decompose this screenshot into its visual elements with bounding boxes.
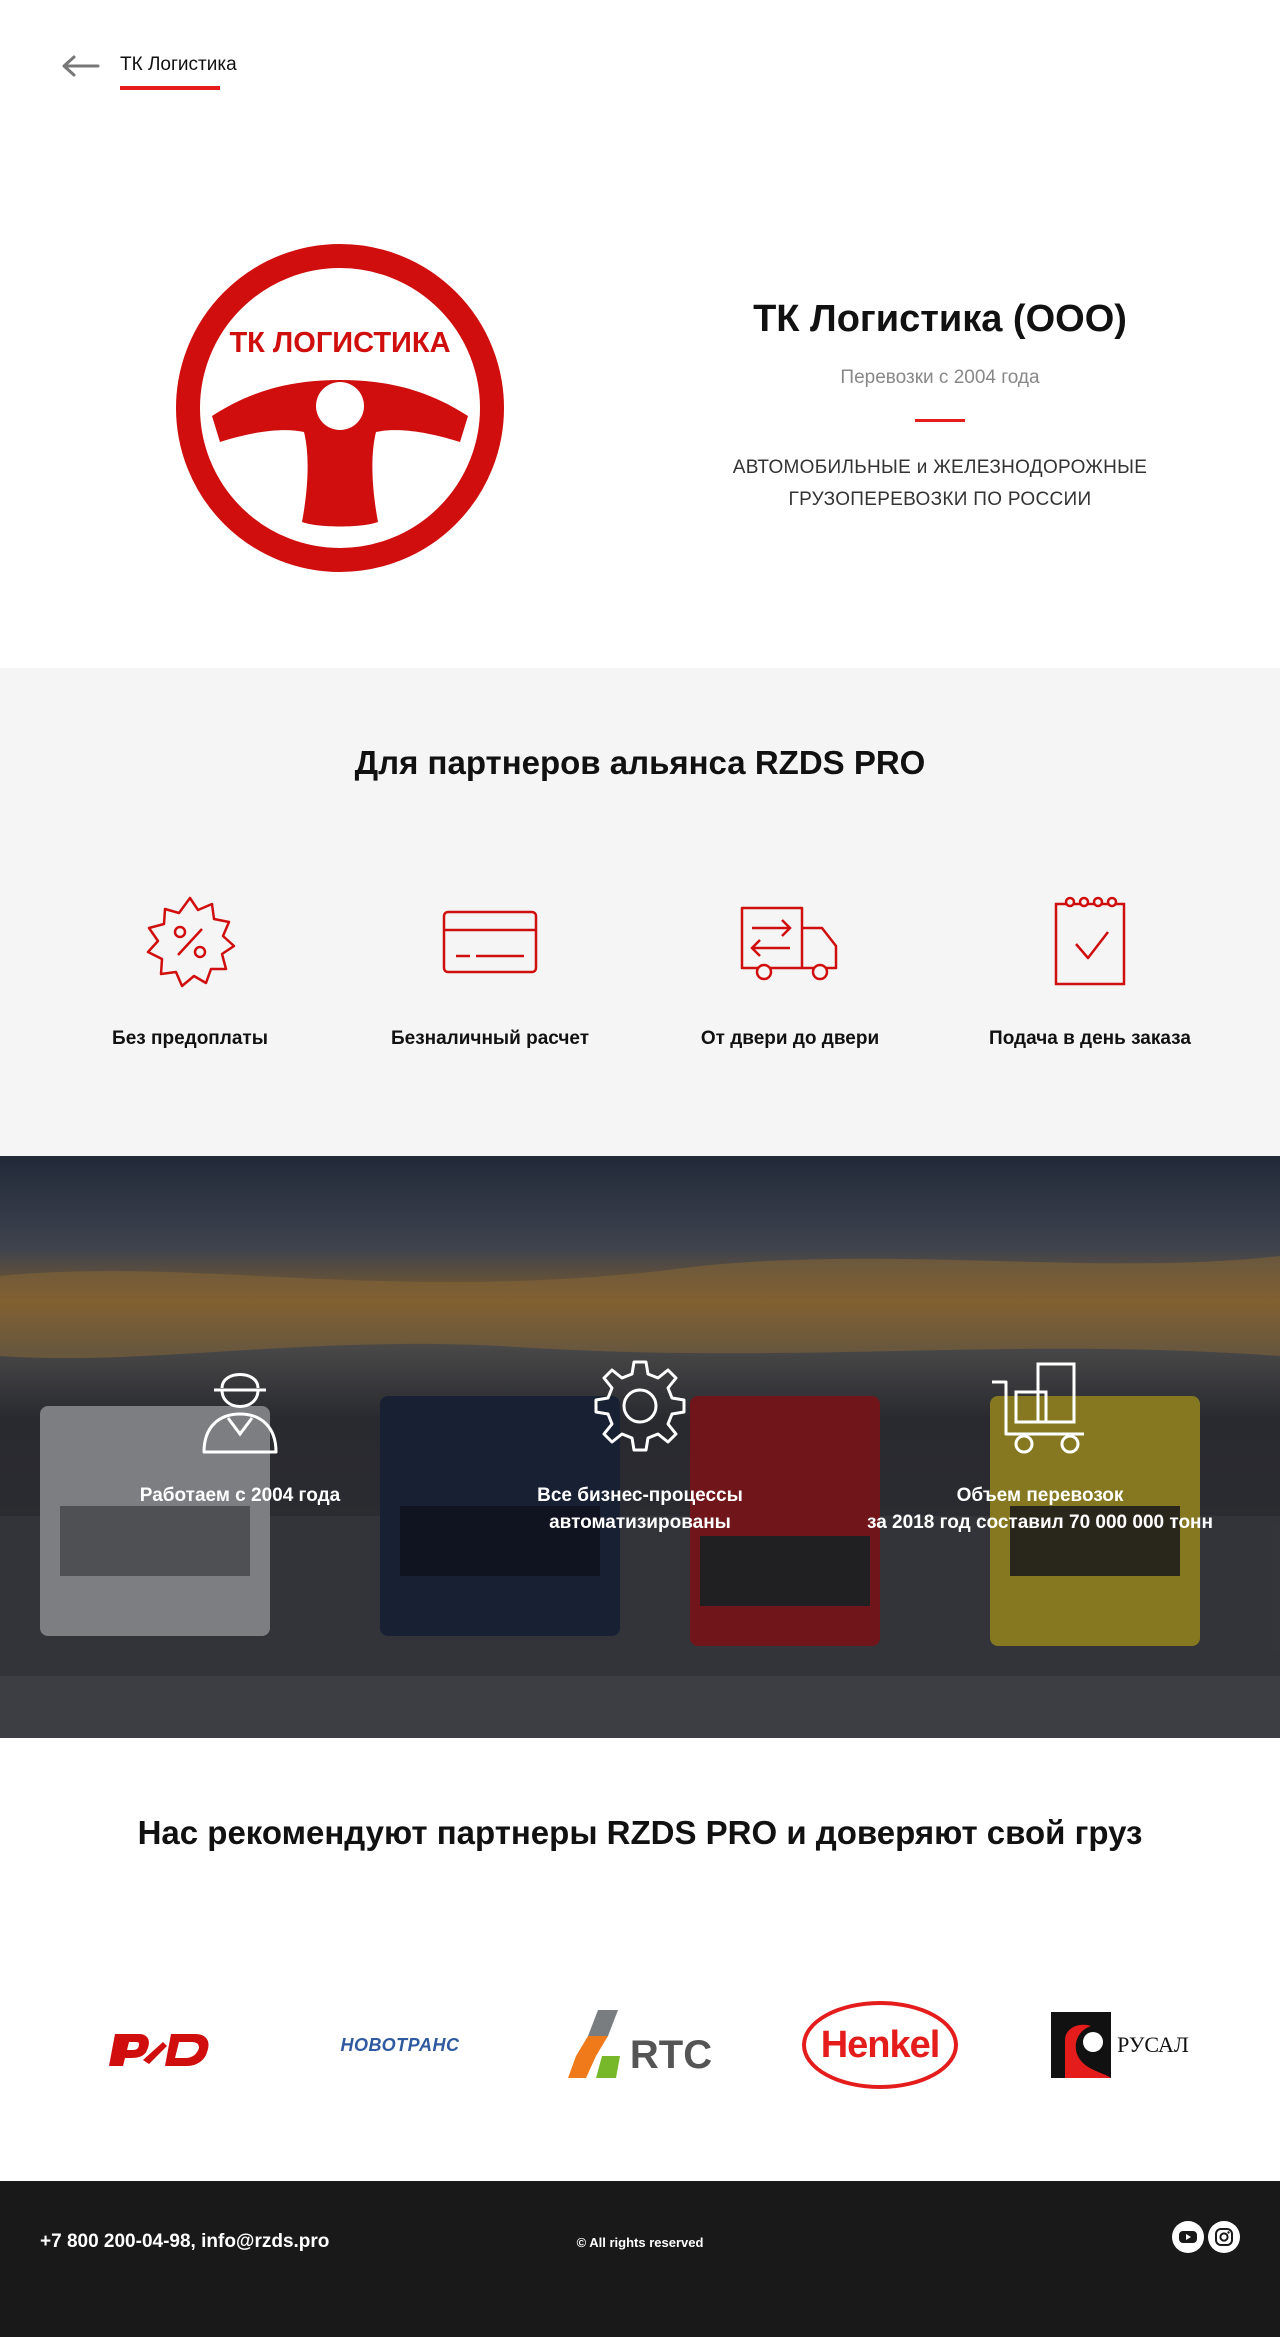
stat-item: Все бизнес-процессы автоматизированы [430,1356,850,1536]
company-logo: ТК ЛОГИСТИКА [176,244,504,572]
stat-line-2: автоматизированы [549,1512,731,1533]
credit-card-icon [442,910,538,974]
novotrans-logo-text: НОВОТРАНС [340,2034,460,2055]
benefit-label: Подача в день заказа [989,1028,1191,1049]
stat-line-2: за 2018 год составил 70 000 000 тонн [867,1512,1213,1533]
company-name: ТК Логистика (ООО) [753,298,1127,340]
company-hero: ТК ЛОГИСТИКА ТК Логистика (ООО) Перевозк… [0,150,1280,668]
calendar-check-icon [1054,896,1126,986]
partner-logo-rusal: РУСАЛ [1040,1990,1200,2100]
services-line-1: АВТОМОБИЛЬНЫЕ и ЖЕЛЕЗНОДОРОЖНЫЕ [732,457,1148,478]
benefit-item: Без предоплаты [40,892,340,1050]
instagram-icon[interactable] [1208,2221,1240,2253]
benefit-label: Без предоплаты [112,1028,268,1049]
logo-text: ТК ЛОГИСТИКА [229,327,450,359]
stat-label: Работаем с 2004 года [30,1482,450,1509]
page-footer: +7 800 200-04-98, info@rzds.pro © All ri… [0,2181,1280,2337]
rtc-logo-text: RTC [629,2032,713,2077]
cargo-cart-icon [992,1362,1084,1454]
benefit-label: Безналичный расчет [390,1028,590,1049]
stat-label: Объем перевозок за 2018 год составил 70 … [830,1482,1250,1536]
partner-logo-henkel: Henkel [800,1990,960,2100]
company-services: АВТОМОБИЛЬНЫЕ и ЖЕЛЕЗНОДОРОЖНЫЕ ГРУЗОПЕР… [690,452,1190,516]
page-header: ТК Логистика [0,0,1280,150]
partner-logo-rtc: RTC [555,1990,725,2100]
discount-badge-icon [146,896,236,988]
company-since: Перевозки с 2004 года [840,367,1040,388]
rzd-logo [109,2034,209,2066]
arrow-left-icon[interactable] [60,54,100,78]
youtube-icon[interactable] [1172,2221,1204,2253]
company-info: ТК Логистика (ООО) Перевозки с 2004 года… [690,298,1190,516]
benefit-item: Подача в день заказа [940,892,1240,1050]
partner-logo-novotrans: НОВОТРАНС [320,1990,480,2100]
rusal-logo-text: РУСАЛ [1117,2032,1189,2057]
section-title: Нас рекомендуют партнеры RZDS PRO и дове… [137,1814,1143,1851]
partner-logo-rzd [100,1990,220,2100]
benefit-item: Безналичный расчет [340,892,640,1050]
partners-section: Нас рекомендуют партнеры RZDS PRO и дове… [0,1738,1280,2181]
stat-item: Работаем с 2004 года [30,1356,450,1509]
footer-rights: © All rights reserved [576,2235,704,2250]
stat-line-1: Работаем с 2004 года [139,1485,341,1506]
rusal-logo-mark [1051,2012,1112,2078]
worker-icon [202,1373,278,1454]
stat-item: Объем перевозок за 2018 год составил 70 … [830,1356,1250,1536]
stats-banner: Работаем с 2004 года Все бизнес-процессы… [0,1156,1280,1738]
henkel-logo-text: Henkel [820,2023,941,2066]
benefit-label: От двери до двери [700,1028,880,1049]
delivery-truck-icon [740,906,838,981]
rtc-logo-mark [567,2010,620,2078]
henkel-logo: Henkel [802,2001,958,2089]
header-underline [120,86,220,90]
stat-line-1: Все бизнес-процессы [537,1485,743,1506]
hero-divider [915,419,965,422]
section-title: Для партнеров альянса RZDS PRO [354,744,926,781]
gear-icon [594,1360,686,1452]
partner-benefits-section: Для партнеров альянса RZDS PRO Без предо… [0,668,1280,1156]
services-line-2: ГРУЗОПЕРЕВОЗКИ ПО РОССИИ [788,489,1092,510]
stat-line-1: Объем перевозок [956,1485,1124,1506]
benefit-item: От двери до двери [640,892,940,1050]
back-link[interactable]: ТК Логистика [120,54,237,76]
stat-label: Все бизнес-процессы автоматизированы [430,1482,850,1536]
